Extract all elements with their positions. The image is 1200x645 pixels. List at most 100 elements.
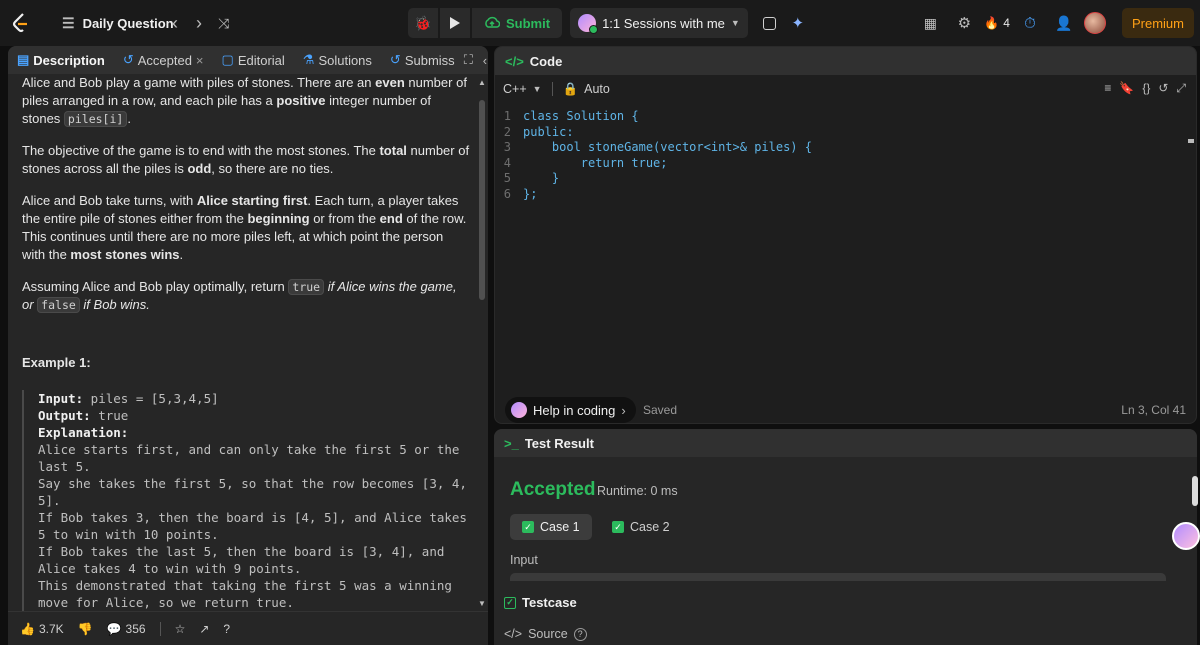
- code-area[interactable]: 1 class Solution { 2 public: 3 bool stoneG…: [495, 109, 1196, 202]
- tab-submissions[interactable]: ↺ Submiss: [387, 52, 458, 68]
- upload-icon: [485, 16, 500, 28]
- code-scrollbar[interactable]: [1186, 109, 1196, 389]
- result-status: Accepted: [510, 479, 596, 500]
- scroll-up-icon[interactable]: ▲: [478, 78, 486, 87]
- format-icon[interactable]: ≡: [1104, 81, 1111, 96]
- text-bold: end: [379, 211, 403, 226]
- help-in-coding-button[interactable]: Help in coding ›: [505, 397, 636, 423]
- inline-code: piles[i]: [63, 111, 128, 127]
- premium-label: Premium: [1131, 15, 1184, 31]
- code-text: return true;: [523, 155, 668, 170]
- help-icon: ?: [573, 627, 587, 641]
- streak-counter[interactable]: 🔥 4: [984, 16, 1010, 30]
- comment-count: 356: [125, 621, 146, 636]
- daily-question-link[interactable]: ☰ Daily Question: [62, 0, 174, 46]
- assistant-floating-avatar[interactable]: [1172, 522, 1200, 550]
- source-tab[interactable]: </> Source ?: [504, 627, 587, 641]
- braces-icon[interactable]: {}: [1142, 81, 1150, 96]
- chevron-left-icon[interactable]: ‹: [172, 13, 178, 34]
- case-1-label: Case 1: [540, 520, 580, 534]
- document-icon: ▤: [17, 52, 30, 67]
- tab-accepted-label: Accepted: [137, 52, 192, 68]
- chevron-down-icon: ▼: [730, 18, 740, 28]
- inline-code: true: [288, 279, 325, 295]
- close-icon[interactable]: ×: [196, 53, 204, 68]
- comments-button[interactable]: 💬 356: [107, 622, 146, 636]
- scroll-thumb[interactable]: [479, 100, 485, 300]
- text-bold: beginning: [247, 211, 310, 226]
- sessions-label: 1:1 Sessions with me: [602, 15, 725, 31]
- scroll-down-icon[interactable]: ▼: [478, 599, 486, 608]
- tab-solutions[interactable]: ⚗ Solutions: [300, 52, 375, 68]
- share-icon[interactable]: ↗: [199, 622, 209, 636]
- text: Assuming Alice and Bob play optimally, r…: [22, 279, 289, 294]
- auto-mode-toggle[interactable]: 🔒 Auto: [563, 82, 610, 97]
- description-scrollbar[interactable]: ▲ ▼: [478, 78, 486, 608]
- premium-button[interactable]: Premium: [1121, 8, 1194, 38]
- example-title: Example 1:: [22, 355, 91, 370]
- text-italic: if Bob wins.: [79, 297, 150, 312]
- text-bold: total: [379, 143, 407, 158]
- text: The objective of the game is to end with…: [22, 143, 380, 158]
- input-label: Input: [510, 553, 538, 567]
- settings-button[interactable]: ⚙: [950, 9, 978, 37]
- layout-icon: ▦: [923, 14, 937, 31]
- line-number: 4: [503, 155, 511, 170]
- timer-button[interactable]: ⏱: [1016, 9, 1044, 37]
- case-1-tab[interactable]: ✓ Case 1: [510, 514, 592, 540]
- tab-editorial[interactable]: ▢ Editorial: [219, 52, 288, 68]
- problem-navigation: ‹ › ⤨: [172, 0, 229, 46]
- left-tab-bar: ▤ Description ↺ Accepted × ▢ Editorial ⚗…: [8, 46, 488, 74]
- text: .: [179, 247, 184, 262]
- bookmark-icon[interactable]: 🔖: [1119, 81, 1134, 96]
- thumbs-down-icon[interactable]: 👎: [78, 622, 93, 636]
- sessions-button[interactable]: 1:1 Sessions with me ▼: [570, 8, 748, 38]
- description-footer: 👍 3.7K 👎 💬 356 ☆ ↗ ?: [8, 611, 488, 645]
- testcase-tab[interactable]: ✓ Testcase: [504, 595, 577, 610]
- help-icon[interactable]: ?: [223, 622, 230, 636]
- avatar[interactable]: [1083, 12, 1106, 34]
- line-number: 2: [503, 124, 511, 139]
- debug-button[interactable]: 🐞: [408, 8, 438, 38]
- terminal-icon: >_: [504, 435, 519, 451]
- input-value-box: [510, 573, 1166, 581]
- like-button[interactable]: 👍 3.7K: [20, 622, 64, 636]
- line-number: 3: [503, 140, 511, 154]
- fire-icon: 🔥: [984, 16, 1000, 30]
- example-explanation: Explanation:: [38, 424, 470, 441]
- description-panel: ▤ Description ↺ Accepted × ▢ Editorial ⚗…: [8, 46, 488, 645]
- expand-icon[interactable]: ⛶: [464, 52, 473, 68]
- code-editor-panel: </> Code C++ ▼ 🔒 Auto ≡ 🔖 {} ↺ ⤢ 1 class …: [494, 46, 1197, 424]
- run-button[interactable]: [440, 8, 470, 38]
- layout-button[interactable]: ▦: [916, 9, 944, 37]
- star-icon[interactable]: ☆: [175, 622, 186, 636]
- note-icon: [763, 16, 777, 30]
- tab-description[interactable]: ▤ Description: [14, 52, 108, 68]
- output-value: true: [90, 408, 129, 423]
- fullscreen-icon[interactable]: ⤢: [1176, 81, 1186, 96]
- chevron-right-icon[interactable]: ›: [196, 13, 202, 34]
- test-result-panel: >_ Test Result Accepted Runtime: 0 ms ✓ …: [494, 429, 1197, 645]
- gear-icon: ⚙: [957, 15, 972, 32]
- ai-button[interactable]: ✦: [784, 9, 812, 37]
- test-result-label: Test Result: [524, 435, 594, 451]
- reset-icon[interactable]: ↺: [1158, 81, 1168, 96]
- sparkle-icon: ✦: [791, 15, 805, 32]
- note-button[interactable]: [756, 9, 784, 37]
- leetcode-logo[interactable]: [6, 0, 34, 46]
- line-number: 1: [503, 109, 511, 123]
- saved-status: Saved: [643, 403, 678, 417]
- submit-button[interactable]: Submit: [472, 8, 563, 38]
- collapse-icon[interactable]: ‹: [483, 53, 487, 68]
- input-label: Input:: [38, 391, 84, 406]
- text: Alice and Bob play a game with piles of …: [22, 75, 376, 90]
- shuffle-icon[interactable]: ⤨: [218, 15, 229, 32]
- code-line: 6};: [495, 187, 1196, 203]
- language-select[interactable]: C++ ▼: [503, 82, 542, 96]
- invite-button[interactable]: 👤: [1050, 9, 1078, 37]
- tab-accepted[interactable]: ↺ Accepted ×: [120, 52, 207, 68]
- scroll-thumb[interactable]: [1188, 139, 1194, 143]
- scroll-thumb[interactable]: [1192, 476, 1198, 506]
- case-2-tab[interactable]: ✓ Case 2: [600, 514, 682, 540]
- code-line: 3 bool stoneGame(vector<int>& piles) {: [495, 140, 1196, 156]
